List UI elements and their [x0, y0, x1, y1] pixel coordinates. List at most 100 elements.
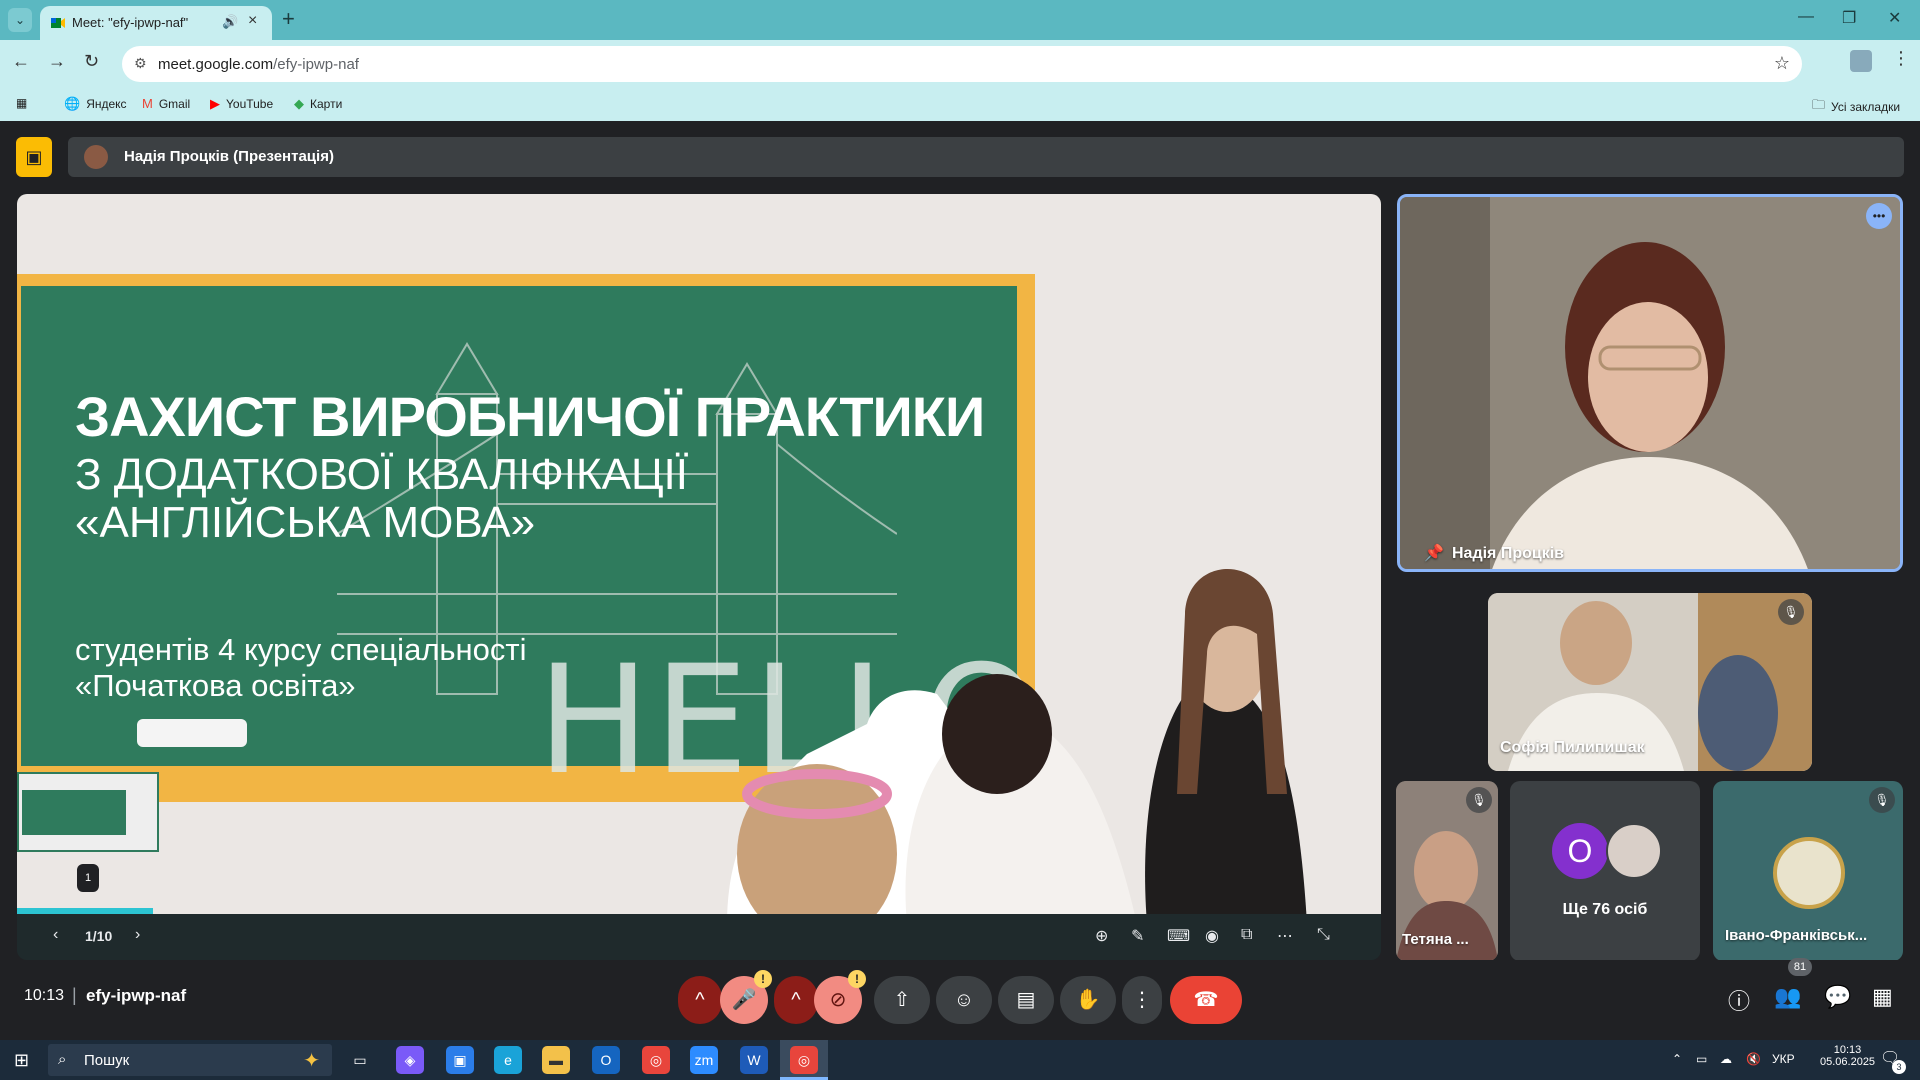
- task-view-icon[interactable]: ▭: [346, 1046, 374, 1074]
- prev-slide-icon[interactable]: ‹: [53, 926, 58, 944]
- taskbar-search[interactable]: ⌕ Пошук ✦: [48, 1044, 332, 1076]
- system-clock[interactable]: 10:13 05.06.2025: [1820, 1044, 1875, 1068]
- bookmark-yandex[interactable]: 🌐 Яндекс: [64, 96, 127, 112]
- chrome-icon: ◎: [790, 1046, 818, 1074]
- presenter-banner: Надія Процків (Презентація): [68, 137, 1904, 177]
- participant-tile-tetiana[interactable]: 🎙 Тетяна ...: [1396, 781, 1498, 961]
- bookmark-star-icon[interactable]: ☆: [1774, 53, 1790, 74]
- stop-presentation-icon[interactable]: ▣: [16, 137, 52, 177]
- exit-fullscreen-icon[interactable]: ⤡: [1317, 926, 1330, 944]
- meeting-clock: 10:13: [24, 987, 65, 1004]
- url-text: meet.google.com/efy-ipwp-naf: [158, 56, 359, 73]
- audio-playing-icon[interactable]: 🔊: [222, 14, 238, 30]
- broadcast-icon[interactable]: ◉: [1205, 926, 1219, 946]
- warning-icon: !: [754, 970, 772, 988]
- bookmark-youtube[interactable]: ▶ YouTube: [210, 96, 273, 112]
- copilot-spark-icon: ✦: [303, 1050, 320, 1072]
- browser-toolbar: ← → ↻ ⚙ meet.google.com/efy-ipwp-naf ☆ ⋮…: [0, 40, 1920, 126]
- more-options-button[interactable]: ⋮: [1122, 976, 1162, 1024]
- youtube-icon: ▶: [210, 96, 220, 111]
- zoom-icon[interactable]: ⊕: [1095, 926, 1108, 946]
- participant-video: [1400, 197, 1900, 569]
- meet-favicon-icon: [51, 18, 65, 28]
- pin-icon[interactable]: 📌: [1424, 543, 1444, 563]
- gmail-icon: M: [142, 96, 153, 111]
- tab-search-button[interactable]: ⌄: [8, 8, 32, 32]
- participant-tile-sofia[interactable]: 🎙 Софія Пилипишак: [1488, 593, 1812, 771]
- participant-tile-more[interactable]: О Ще 76 осіб: [1510, 781, 1700, 961]
- forward-icon[interactable]: →: [48, 51, 66, 72]
- speaking-indicator-icon: •••: [1866, 203, 1892, 229]
- store-icon[interactable]: ▣: [446, 1046, 474, 1074]
- site-info-icon[interactable]: ⚙: [134, 55, 147, 72]
- back-icon[interactable]: ←: [12, 51, 30, 72]
- address-bar[interactable]: ⚙ meet.google.com/efy-ipwp-naf ☆: [122, 46, 1802, 82]
- audio-options-button[interactable]: ^: [678, 976, 722, 1024]
- slide-thumbnail-badge: 1: [77, 864, 99, 892]
- presentation-frame: HELLO ЗАХИСТ ВИРОБНИЧОЇ ПРАКТИКИ З ДОДАТ…: [17, 194, 1381, 960]
- bookmarks-bar: ▦ 🌐 Яндекс M Gmail ▶ YouTube ◆ Карти 🗀 Усі за…: [0, 88, 1920, 122]
- video-options-button[interactable]: ^: [774, 976, 818, 1024]
- edge-icon[interactable]: e: [494, 1046, 522, 1074]
- tray-overflow-icon[interactable]: ⌃: [1672, 1052, 1682, 1066]
- all-bookmarks[interactable]: 🗀 Усі закладки: [1812, 96, 1900, 118]
- bookmark-gmail[interactable]: M Gmail: [142, 96, 190, 111]
- extension-icon[interactable]: [1850, 50, 1872, 72]
- separator: |: [72, 985, 77, 1005]
- browser-menu-icon[interactable]: ⋮: [1892, 48, 1910, 69]
- chrome-active-window[interactable]: ◎: [780, 1040, 828, 1080]
- next-slide-icon[interactable]: ›: [135, 926, 140, 944]
- slide-thumbnail[interactable]: [17, 772, 159, 852]
- tab-title: Meet: "efy-ipwp-naf": [72, 15, 189, 30]
- reload-icon[interactable]: ↻: [84, 51, 99, 72]
- camera-off-icon: ⊘: [829, 989, 847, 1011]
- people-icon[interactable]: 👥: [1774, 984, 1801, 1010]
- restore-icon[interactable]: ❐: [1842, 8, 1856, 28]
- tab-close-icon[interactable]: ×: [248, 12, 257, 30]
- participant-avatar: [1606, 823, 1662, 879]
- meeting-info-icon[interactable]: ⓘ: [1728, 984, 1750, 1016]
- more-vert-icon: ⋮: [1132, 989, 1152, 1011]
- mic-off-button[interactable]: 🎤!: [720, 970, 772, 1024]
- copilot-icon[interactable]: ◈: [396, 1046, 424, 1074]
- explorer-icon[interactable]: ▬: [542, 1046, 570, 1074]
- mic-off-icon: 🎤: [731, 989, 757, 1011]
- activities-icon[interactable]: ▦: [1872, 984, 1893, 1010]
- muted-mic-icon: 🎙: [1778, 599, 1804, 625]
- volume-muted-icon[interactable]: 🔇: [1746, 1052, 1761, 1066]
- participant-name-tetiana: Тетяна ...: [1402, 931, 1469, 948]
- outlook-icon[interactable]: O: [592, 1046, 620, 1074]
- hand-icon: ✋: [1075, 989, 1101, 1011]
- tab-strip: ⌄ Meet: "efy-ipwp-naf" 🔊 × + — ❐ ✕: [0, 0, 1920, 40]
- raise-hand-button[interactable]: ✋: [1060, 976, 1116, 1024]
- zoom-icon[interactable]: zm: [690, 1046, 718, 1074]
- language-indicator[interactable]: УКР: [1772, 1052, 1795, 1066]
- new-tab-button[interactable]: +: [282, 6, 295, 32]
- meet-tray-icon[interactable]: ▭: [1696, 1052, 1707, 1066]
- muted-mic-icon: 🎙: [1869, 787, 1895, 813]
- bookmark-maps[interactable]: ◆ Карти: [294, 96, 342, 112]
- onedrive-icon[interactable]: ☁: [1720, 1052, 1732, 1066]
- slide-subtitle-2: «АНГЛІЙСЬКА МОВА»: [75, 498, 536, 547]
- more-options-icon[interactable]: ⋯: [1277, 926, 1293, 946]
- present-screen-button[interactable]: ⇧: [874, 976, 930, 1024]
- pip-icon[interactable]: ⧉: [1241, 926, 1252, 944]
- chrome-icon[interactable]: ◎: [642, 1046, 670, 1074]
- annotate-pen-icon[interactable]: ✎: [1131, 926, 1144, 946]
- windows-start-icon[interactable]: ⊞: [14, 1050, 29, 1071]
- window-close-icon[interactable]: ✕: [1888, 8, 1901, 28]
- minimize-icon[interactable]: —: [1798, 8, 1814, 26]
- captions-button[interactable]: ▤: [998, 976, 1054, 1024]
- leave-call-button[interactable]: ☎: [1170, 976, 1242, 1024]
- chat-icon[interactable]: 💬: [1824, 984, 1851, 1010]
- participant-tile-main[interactable]: ••• 📌 Надія Процків: [1397, 194, 1903, 572]
- emoji-icon: ☺: [953, 989, 975, 1011]
- word-icon[interactable]: W: [740, 1046, 768, 1074]
- reactions-button[interactable]: ☺: [936, 976, 992, 1024]
- camera-off-button[interactable]: ⊘!: [814, 970, 866, 1024]
- tab-meet[interactable]: Meet: "efy-ipwp-naf" 🔊 ×: [40, 6, 272, 40]
- participant-tile-ivano[interactable]: 🎙 Івано-Франківськ...: [1713, 781, 1903, 961]
- apps-icon[interactable]: ▦: [16, 96, 27, 110]
- participant-initial-avatar: О: [1552, 823, 1608, 879]
- keyboard-icon[interactable]: ⌨: [1167, 926, 1190, 946]
